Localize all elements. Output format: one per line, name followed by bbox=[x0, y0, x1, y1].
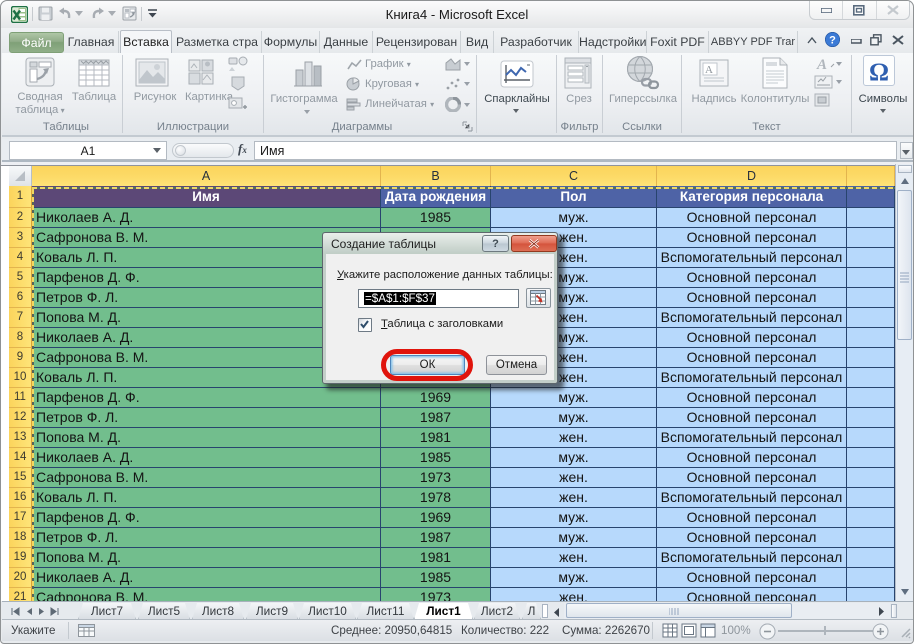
svg-text:?: ? bbox=[829, 35, 836, 47]
svg-text:A: A bbox=[705, 64, 713, 76]
svg-text:Ω: Ω bbox=[869, 59, 889, 85]
svg-text:A: A bbox=[816, 57, 827, 71]
